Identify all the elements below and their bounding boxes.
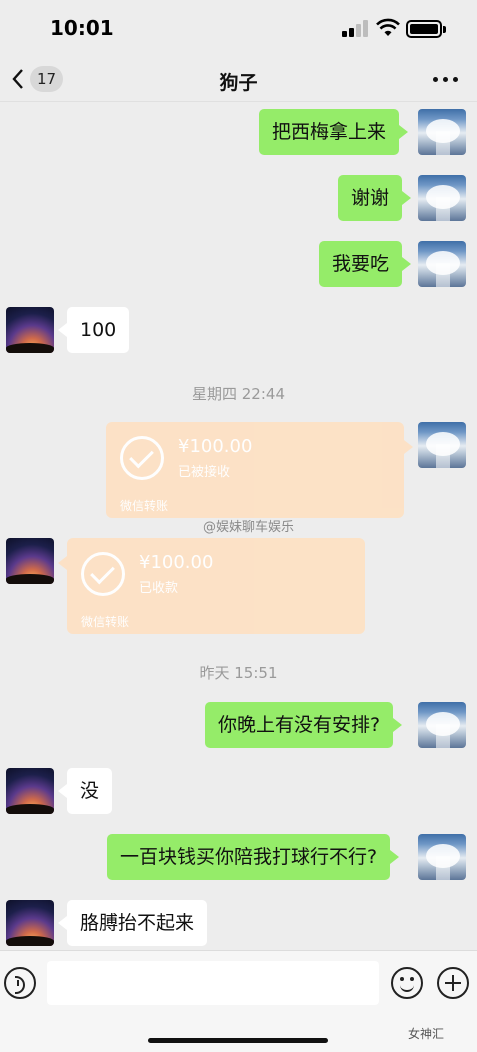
- message-bubble[interactable]: 一百块钱买你陪我打球行不行?: [107, 834, 400, 880]
- transfer-status: 已收款: [139, 581, 179, 596]
- avatar-other[interactable]: [6, 900, 54, 946]
- message-bubble[interactable]: 谢谢: [338, 175, 412, 221]
- transfer-status: 已被接收: [178, 465, 231, 480]
- avatar-other[interactable]: [6, 538, 54, 584]
- message-bubble[interactable]: 没: [57, 768, 113, 814]
- avatar-other[interactable]: [6, 768, 54, 814]
- more-dots-icon[interactable]: [429, 66, 463, 92]
- avatar-me[interactable]: [418, 175, 466, 221]
- avatar-me[interactable]: [418, 241, 466, 287]
- avatar-me[interactable]: [418, 834, 466, 880]
- watermark: @娱妹聊车娱乐: [203, 520, 295, 535]
- transfer-amount: ¥100.00: [178, 436, 253, 457]
- voice-icon[interactable]: [4, 967, 36, 999]
- message-bubble[interactable]: 把西梅拿上来: [259, 109, 409, 155]
- transfer-card-received[interactable]: ¥100.00 已收款 微信转账: [58, 538, 365, 634]
- status-bar: 10:01: [0, 0, 477, 58]
- transfer-card-sent[interactable]: ¥100.00 已被接收 微信转账: [106, 422, 413, 518]
- message-input[interactable]: [47, 961, 379, 1005]
- wifi-icon: [376, 18, 400, 36]
- chat-header: 17 狗子: [0, 58, 477, 102]
- home-indicator: [148, 1038, 328, 1043]
- input-bar: [0, 950, 477, 1052]
- avatar-other[interactable]: [6, 307, 54, 353]
- check-circle-icon: [120, 436, 164, 480]
- avatar-me[interactable]: [418, 702, 466, 748]
- transfer-label: 微信转账: [120, 499, 169, 513]
- avatar-me[interactable]: [418, 109, 466, 155]
- transfer-label: 微信转账: [81, 615, 130, 629]
- emoji-icon[interactable]: [391, 967, 423, 999]
- message-bubble[interactable]: 我要吃: [319, 241, 412, 287]
- message-bubble[interactable]: 胳膊抬不起来: [57, 900, 208, 946]
- signal-icon: [342, 20, 370, 37]
- message-bubble[interactable]: 你晚上有没有安排?: [205, 702, 403, 748]
- avatar-me[interactable]: [418, 422, 466, 468]
- plus-icon[interactable]: [437, 967, 469, 999]
- check-circle-icon: [81, 552, 125, 596]
- corner-watermark: 女神汇: [408, 1027, 445, 1041]
- timestamp: 昨天 15:51: [199, 664, 278, 682]
- chat-title: 狗子: [219, 72, 258, 94]
- transfer-amount: ¥100.00: [139, 552, 214, 573]
- message-bubble[interactable]: 100: [57, 307, 130, 353]
- battery-icon: [406, 20, 446, 38]
- timestamp: 星期四 22:44: [192, 385, 285, 403]
- status-time: 10:01: [50, 16, 114, 40]
